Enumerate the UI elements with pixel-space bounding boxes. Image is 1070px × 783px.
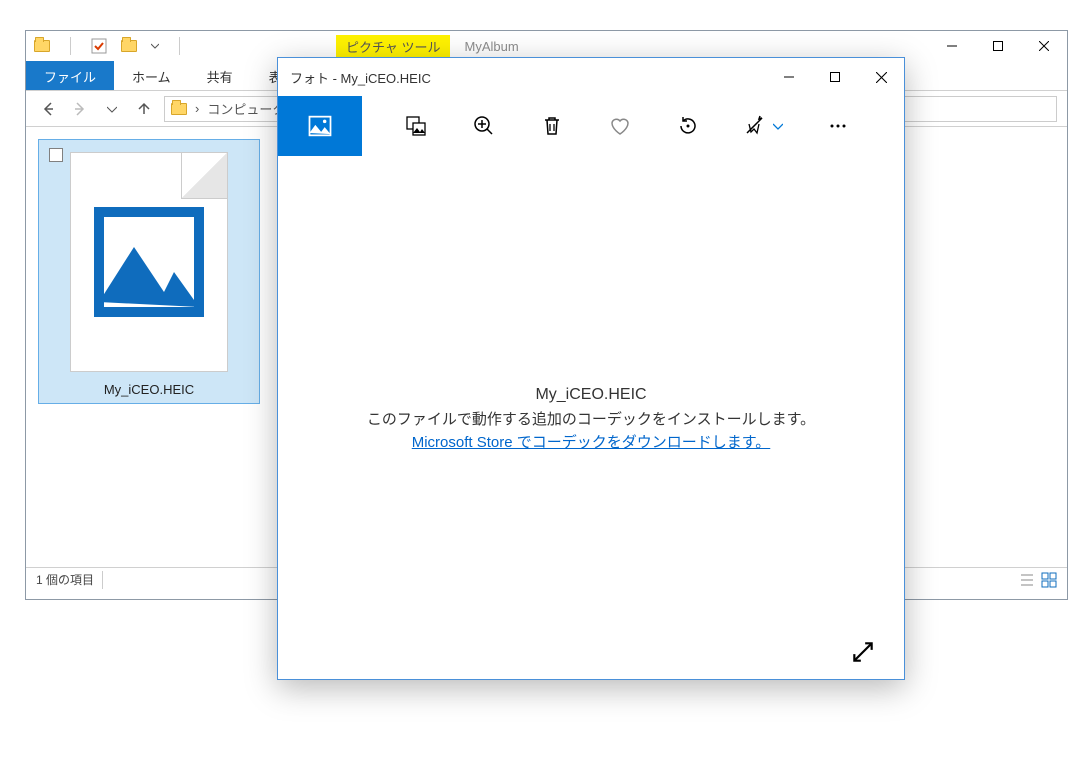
photos-window: フォト - My_iCEO.HEIC [277,57,905,680]
rotate-icon [676,114,700,138]
favorite-button[interactable] [586,96,654,156]
photos-window-controls [766,58,904,96]
maximize-button[interactable] [812,58,858,96]
edit-button[interactable] [722,96,804,156]
page-fold-icon [181,153,227,199]
photos-titlebar[interactable]: フォト - My_iCEO.HEIC [278,58,904,96]
magnifier-plus-icon [472,114,496,138]
close-button[interactable] [1021,32,1067,60]
photos-window-title: フォト - My_iCEO.HEIC [278,68,431,87]
thumbnail-view-icon[interactable] [1041,572,1057,588]
address-bar[interactable]: › コンピュータ [164,96,292,122]
explorer-window-controls [929,32,1067,60]
details-view-icon[interactable] [1019,572,1035,588]
folder-icon [171,103,187,115]
explorer-quick-access-toolbar [26,37,186,55]
file-checkbox[interactable] [49,148,63,162]
view-photo-button[interactable] [278,96,362,156]
nav-up-button[interactable] [132,97,156,121]
separator [179,37,180,55]
minimize-button[interactable] [929,32,975,60]
error-message: このファイルで動作する追加のコーデックをインストールします。 [367,408,815,429]
picture-placeholder-icon [89,202,209,322]
close-button[interactable] [858,58,904,96]
edit-crop-icon [743,114,767,138]
trash-icon [540,114,564,138]
breadcrumb-item[interactable]: コンピュータ [207,99,285,118]
file-thumbnail [70,152,228,372]
codec-download-link[interactable]: Microsoft Store でコーデックをダウンロードします。 [412,431,771,452]
photos-toolbar [278,96,904,156]
zoom-button[interactable] [450,96,518,156]
chevron-down-icon [773,121,783,131]
ribbon-tab-home[interactable]: ホーム [114,61,189,90]
maximize-button[interactable] [975,32,1021,60]
folder-icon[interactable] [121,40,137,52]
checkmark-icon[interactable] [91,38,107,54]
picture-icon [306,112,334,140]
chevron-down-icon[interactable] [151,42,159,50]
fullscreen-button[interactable] [850,639,876,665]
ellipsis-icon [828,116,848,136]
breadcrumb-sep: › [195,101,199,116]
delete-button[interactable] [518,96,586,156]
photos-content: My_iCEO.HEIC このファイルで動作する追加のコーデックをインストールし… [278,156,904,681]
compare-button[interactable] [382,96,450,156]
nav-recent-button[interactable] [100,97,124,121]
compare-icon [404,114,428,138]
nav-back-button[interactable] [36,97,60,121]
minimize-button[interactable] [766,58,812,96]
status-item-count: 1 個の項目 [36,571,94,588]
file-name-label: My_iCEO.HEIC [104,382,194,397]
folder-icon [34,40,50,52]
nav-forward-button[interactable] [68,97,92,121]
file-item[interactable]: My_iCEO.HEIC [38,139,260,404]
heart-icon [608,114,632,138]
error-filename: My_iCEO.HEIC [535,386,646,404]
explorer-window-title: MyAlbum [464,39,518,54]
explorer-context-tab[interactable]: ピクチャ ツール [336,35,450,58]
more-button[interactable] [804,96,872,156]
separator [70,37,71,55]
ribbon-tab-file[interactable]: ファイル [26,61,114,90]
fullscreen-icon [850,639,876,665]
rotate-button[interactable] [654,96,722,156]
separator [102,571,103,589]
ribbon-tab-share[interactable]: 共有 [189,61,251,90]
